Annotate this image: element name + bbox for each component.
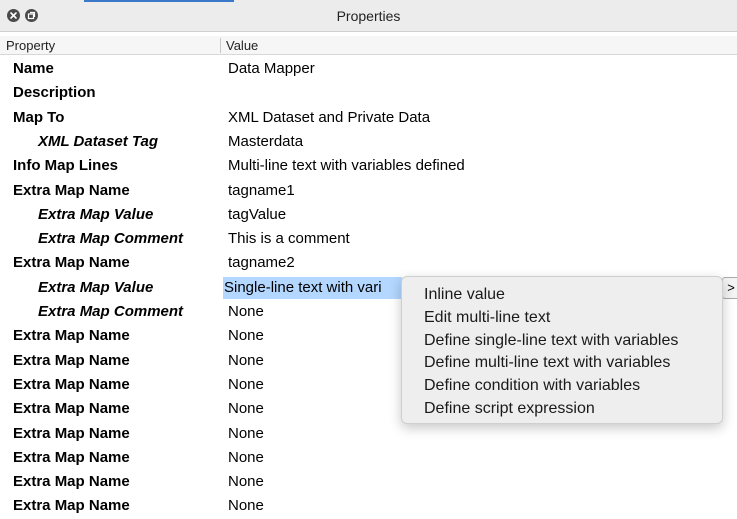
property-name: XML Dataset Tag	[38, 132, 159, 150]
table-row[interactable]: Extra Map Name None	[0, 447, 737, 471]
table-row[interactable]: XML Dataset Tag Masterdata	[0, 131, 737, 155]
property-value[interactable]: None	[228, 374, 264, 396]
property-name: Extra Map Name	[13, 448, 130, 466]
property-name: Extra Map Value	[38, 278, 154, 296]
property-value[interactable]: None	[228, 447, 264, 469]
property-value-selected[interactable]: Single-line text with vari	[223, 276, 402, 299]
property-name: Extra Map Name	[13, 351, 130, 369]
table-header: Property Value	[0, 36, 737, 55]
property-name: Extra Map Comment	[38, 303, 184, 320]
table-row[interactable]: Extra Map Name None	[0, 471, 737, 495]
context-menu-item[interactable]: Inline value	[424, 284, 505, 306]
expand-editor-button[interactable]: >	[722, 277, 737, 299]
context-menu-item[interactable]: Define multi-line text with variables	[424, 352, 670, 374]
property-name: Description	[13, 84, 96, 102]
context-menu-item[interactable]: Define condition with variables	[424, 375, 640, 397]
property-value[interactable]: None	[228, 350, 264, 372]
table-row[interactable]: Extra Map Value tagValue	[0, 204, 737, 228]
property-name: Map To	[13, 108, 65, 126]
property-value[interactable]: tagValue	[228, 204, 286, 226]
property-value[interactable]: tagname2	[228, 252, 295, 274]
column-header-property[interactable]: Property	[6, 37, 55, 54]
property-value[interactable]: None	[228, 495, 264, 517]
table-row[interactable]: Name Data Mapper	[0, 58, 737, 82]
property-value[interactable]: XML Dataset and Private Data	[228, 107, 430, 129]
property-name: Extra Map Name	[13, 473, 130, 491]
table-row[interactable]: Extra Map Name tagname1	[0, 180, 737, 204]
property-name: Extra Map Name	[13, 327, 130, 345]
table-row[interactable]: Extra Map Name None	[0, 423, 737, 447]
property-name: Extra Map Name	[13, 497, 130, 515]
column-header-value[interactable]: Value	[226, 37, 258, 54]
title-bar: Properties	[0, 0, 737, 32]
table-row[interactable]: Map To XML Dataset and Private Data	[0, 107, 737, 131]
window-title: Properties	[336, 8, 401, 24]
table-row[interactable]: Extra Map Name None	[0, 495, 737, 519]
property-name: Extra Map Name	[13, 424, 130, 442]
property-name: Extra Map Comment	[38, 230, 184, 248]
property-value[interactable]: tagname1	[228, 180, 295, 202]
property-value[interactable]: None	[228, 398, 264, 420]
table-row[interactable]: Extra Map Comment This is a comment	[0, 228, 737, 252]
context-menu: Inline value Edit multi-line text Define s…	[401, 276, 723, 424]
property-name: Extra Map Name	[13, 375, 130, 393]
context-menu-item[interactable]: Edit multi-line text	[424, 307, 550, 329]
property-name: Extra Map Value	[38, 205, 154, 223]
property-value[interactable]: None	[228, 301, 264, 323]
property-name: Extra Map Name	[13, 254, 130, 272]
property-value[interactable]: Multi-line text with variables defined	[228, 155, 465, 177]
property-value[interactable]: Data Mapper	[228, 58, 315, 80]
context-menu-item[interactable]: Define script expression	[424, 398, 595, 420]
property-name: Extra Map Name	[13, 400, 130, 418]
property-name: Name	[13, 60, 54, 77]
property-value[interactable]: None	[228, 325, 264, 347]
table-row[interactable]: Extra Map Name tagname2	[0, 252, 737, 276]
column-divider[interactable]	[220, 38, 221, 53]
table-row[interactable]: Description	[0, 82, 737, 106]
property-value[interactable]: Masterdata	[228, 131, 303, 153]
property-value[interactable]: This is a comment	[228, 228, 350, 250]
property-value[interactable]: None	[228, 471, 264, 493]
property-name: Extra Map Name	[13, 181, 130, 199]
property-value[interactable]: None	[228, 423, 264, 445]
property-name: Info Map Lines	[13, 157, 118, 175]
table-row[interactable]: Info Map Lines Multi-line text with varia…	[0, 155, 737, 179]
context-menu-item[interactable]: Define single-line text with variables	[424, 330, 678, 352]
